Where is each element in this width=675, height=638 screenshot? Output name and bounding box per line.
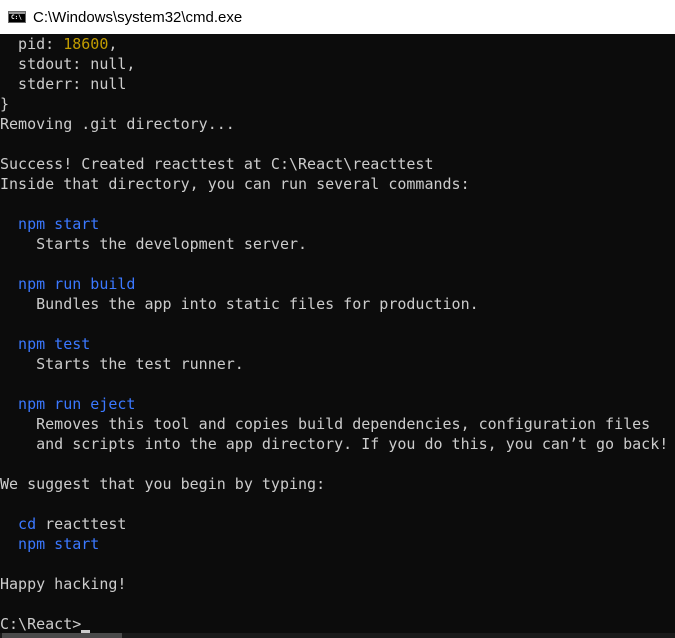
console-line: Success! Created reacttest at C:\React\r…: [0, 155, 434, 173]
console-line: Inside that directory, you can run sever…: [0, 175, 470, 193]
cmd-icon-glyph: C:\: [11, 14, 22, 21]
pid-comma: ,: [108, 35, 118, 53]
title-bar[interactable]: C:\ C:\Windows\system32\cmd.exe: [0, 0, 675, 34]
console-line: Removing .git directory...: [0, 115, 235, 133]
pid-value: 18600: [63, 35, 109, 53]
console-line: stdout: null,: [0, 55, 136, 73]
console-line: }: [0, 95, 10, 113]
console-line: Removes this tool and copies build depen…: [0, 415, 651, 433]
console-line: Starts the test runner.: [0, 355, 244, 373]
scrollbar-thumb[interactable]: [2, 633, 122, 638]
command-npm-test: npm test: [0, 335, 91, 353]
console-line: Bundles the app into static files for pr…: [0, 295, 479, 313]
console-line: stderr: null: [0, 75, 127, 93]
horizontal-scrollbar[interactable]: [0, 633, 675, 638]
console-line: Starts the development server.: [0, 235, 308, 253]
command-prompt-line[interactable]: C:\React>: [0, 614, 675, 634]
command-npm-start-suggested: npm start: [0, 535, 100, 553]
console-line: pid: 18600,: [0, 34, 675, 54]
pid-key: pid:: [0, 35, 64, 53]
console-line: and scripts into the app directory. If y…: [0, 435, 669, 453]
command-prompt: C:\React>: [0, 615, 82, 633]
command-cd: cd: [0, 515, 37, 533]
console-line: Happy hacking!: [0, 575, 127, 593]
console-output[interactable]: pid: 18600, stdout: null, stderr: null }…: [0, 34, 675, 638]
command-npm-run-eject: npm run eject: [0, 395, 136, 413]
command-npm-run-build: npm run build: [0, 275, 136, 293]
window-title: C:\Windows\system32\cmd.exe: [33, 8, 243, 26]
console-line: cd reacttest: [0, 514, 675, 534]
command-npm-start: npm start: [0, 215, 100, 233]
cmd-window: C:\ C:\Windows\system32\cmd.exe pid: 186…: [0, 0, 675, 638]
console-line: We suggest that you begin by typing:: [0, 475, 326, 493]
cmd-app-icon[interactable]: C:\: [8, 11, 26, 23]
cd-argument: reacttest: [36, 515, 127, 533]
